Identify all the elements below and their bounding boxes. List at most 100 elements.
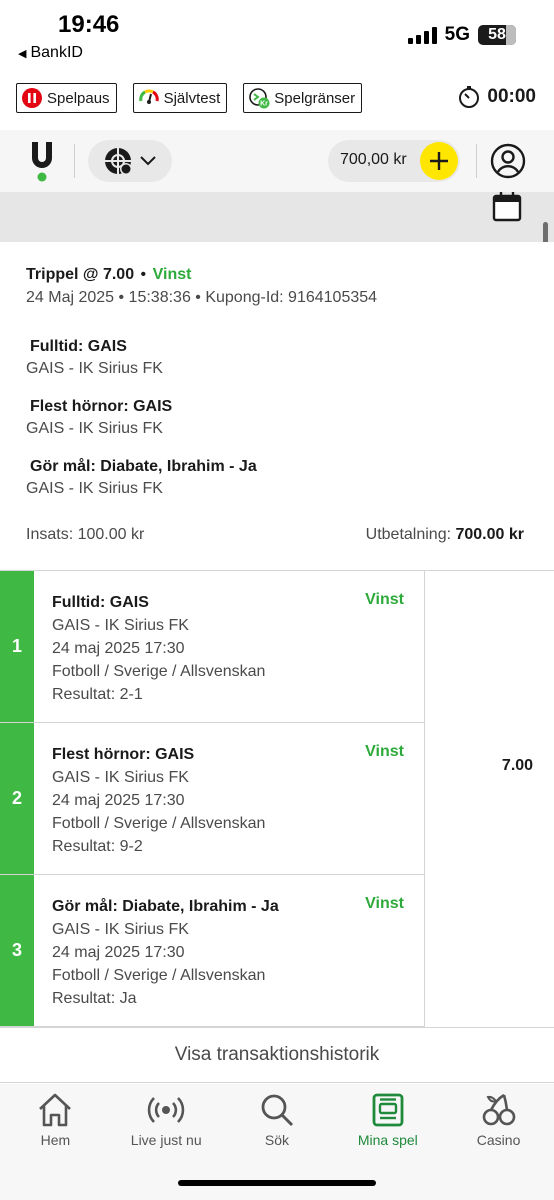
leg-result: Resultat: 9-2 — [52, 838, 143, 855]
stopwatch-icon — [459, 86, 480, 108]
selection-match: GAIS - IK Sirius FK — [26, 480, 163, 497]
leg-date: 24 maj 2025 17:30 — [52, 640, 185, 657]
total-odds: 7.00 — [501, 757, 534, 774]
leg-match: GAIS - IK Sirius FK — [52, 617, 189, 634]
leg-status: Vinst — [365, 743, 404, 760]
leg-title: Gör mål: Diabate, Ibrahim - Ja — [52, 898, 279, 915]
leg-match: GAIS - IK Sirius FK — [52, 769, 189, 786]
selection-item: Gör mål: Diabate, Ibrahim - Ja GAIS - IK… — [26, 458, 257, 498]
sjalvtest-label: Självtest — [163, 89, 221, 107]
leg-number: 1 — [0, 571, 34, 722]
signal-icon — [407, 26, 437, 44]
session-timer: 00:00 — [457, 85, 536, 109]
leg-title: Flest hörnor: GAIS — [52, 746, 195, 763]
balance-pill[interactable]: 700,00 kr — [328, 140, 460, 182]
bet-status: Vinst — [152, 266, 192, 283]
bet-legs-table: 1 Fulltid: GAIS GAIS - IK Sirius FK 24 m… — [0, 570, 554, 1027]
selection-item: Flest hörnor: GAIS GAIS - IK Sirius FK — [26, 398, 172, 438]
selection-match: GAIS - IK Sirius FK — [26, 420, 163, 437]
balance-amount: 700,00 kr — [340, 151, 407, 168]
chevron-down-icon — [140, 156, 156, 166]
filter-band — [0, 192, 554, 242]
leg-league: Fotboll / Sverige / Allsvenskan — [52, 815, 266, 832]
leg-league: Fotboll / Sverige / Allsvenskan — [52, 663, 266, 680]
svg-text:Kr: Kr — [260, 101, 268, 108]
payout: Utbetalning: 700.00 kr — [366, 526, 524, 544]
leg-status: Vinst — [365, 895, 404, 912]
bet-summary: Trippel @ 7.00 • Vinst 24 Maj 2025 • 15:… — [0, 242, 554, 570]
leg-result: Resultat: Ja — [52, 990, 137, 1007]
pause-icon — [22, 88, 42, 108]
network-type: 5G — [444, 24, 470, 45]
plus-icon — [430, 152, 448, 170]
transaction-history-link[interactable]: Visa transaktionshistorik — [0, 1027, 554, 1083]
payout-value: 700.00 kr — [455, 526, 524, 543]
spelgranser-button[interactable]: Kr Spelgränser — [243, 83, 363, 113]
nav-item-home[interactable]: Hem — [0, 1084, 111, 1200]
spelgranser-label: Spelgränser — [274, 89, 356, 107]
leg-details: Gör mål: Diabate, Ibrahim - Ja GAIS - IK… — [52, 895, 279, 1010]
live-icon — [147, 1097, 185, 1123]
cherries-icon — [482, 1093, 515, 1126]
battery-level: 58 — [488, 26, 506, 43]
header-divider — [74, 144, 75, 178]
nav-label: Mina spel — [357, 1132, 418, 1148]
leg-number: 3 — [0, 875, 34, 1026]
selection-title: Flest hörnor: GAIS — [30, 398, 173, 415]
nav-label: Live just nu — [130, 1132, 202, 1148]
battery-icon: 58 — [478, 25, 516, 45]
selection-title: Gör mål: Diabate, Ibrahim - Ja — [30, 458, 257, 475]
leg-status: Vinst — [365, 591, 404, 608]
limits-icon: Kr — [249, 88, 270, 109]
sjalvtest-button[interactable]: Självtest — [132, 83, 228, 113]
back-to-app-link[interactable]: ◀ BankID — [18, 44, 83, 62]
leg-details: Flest hörnor: GAIS GAIS - IK Sirius FK 2… — [52, 743, 265, 858]
nav-label: Casino — [476, 1132, 521, 1148]
nav-label: Sök — [264, 1132, 290, 1148]
home-icon — [39, 1093, 72, 1127]
leg-number: 2 — [0, 723, 34, 874]
leg-result: Resultat: 2-1 — [52, 686, 143, 703]
home-indicator[interactable] — [178, 1180, 376, 1186]
bet-meta: 24 Maj 2025 • 15:38:36 • Kupong-Id: 9164… — [26, 289, 378, 306]
spelpaus-button[interactable]: Spelpaus — [16, 83, 117, 113]
gauge-icon — [138, 89, 159, 104]
status-indicators: 5G 58 — [407, 24, 516, 46]
profile-icon[interactable] — [490, 143, 526, 179]
selection-item: Fulltid: GAIS GAIS - IK Sirius FK — [26, 338, 163, 378]
leg-date: 24 maj 2025 17:30 — [52, 792, 185, 809]
my-bets-icon — [372, 1093, 404, 1127]
payout-label: Utbetalning: — [365, 526, 452, 543]
responsible-gaming-bar: Spelpaus Självtest Kr Spelgränser 00:00 — [16, 82, 536, 114]
nav-label: Hem — [40, 1132, 71, 1148]
bet-title: Trippel @ 7.00 • Vinst — [26, 266, 192, 283]
bet-type: Trippel @ 7.00 — [26, 266, 135, 283]
selection-title: Fulltid: GAIS — [30, 338, 127, 355]
back-app-label: BankID — [30, 44, 83, 61]
leg-match: GAIS - IK Sirius FK — [52, 921, 189, 938]
search-icon — [261, 1094, 294, 1127]
timer-value: 00:00 — [487, 86, 536, 107]
bet-leg-row: 3 Gör mål: Diabate, Ibrahim - Ja GAIS - … — [0, 875, 424, 1027]
stake-text: Insats: 100.00 kr — [26, 526, 145, 543]
app-header: 700,00 kr — [0, 130, 554, 192]
leg-title: Fulltid: GAIS — [52, 594, 149, 611]
bet-leg-row: 2 Flest hörnor: GAIS GAIS - IK Sirius FK… — [0, 723, 424, 875]
sport-selector[interactable] — [88, 140, 172, 182]
total-odds-column: 7.00 — [424, 571, 554, 1027]
deposit-button[interactable] — [420, 142, 458, 180]
nav-item-casino[interactable]: Casino — [443, 1084, 554, 1200]
status-time: 19:46 — [58, 11, 120, 38]
leg-details: Fulltid: GAIS GAIS - IK Sirius FK 24 maj… — [52, 591, 265, 706]
selection-match: GAIS - IK Sirius FK — [26, 360, 163, 377]
leg-date: 24 maj 2025 17:30 — [52, 944, 185, 961]
leg-league: Fotboll / Sverige / Allsvenskan — [52, 967, 266, 984]
calendar-icon[interactable] — [492, 192, 522, 222]
header-divider — [476, 144, 477, 178]
unibet-logo[interactable] — [28, 140, 56, 182]
sports-ball-icon — [105, 148, 132, 175]
bet-leg-row: 1 Fulltid: GAIS GAIS - IK Sirius FK 24 m… — [0, 571, 424, 723]
spelpaus-label: Spelpaus — [47, 89, 110, 107]
back-arrow-icon: ◀ — [18, 47, 27, 60]
status-bar: 19:46 5G 58 — [0, 0, 554, 45]
